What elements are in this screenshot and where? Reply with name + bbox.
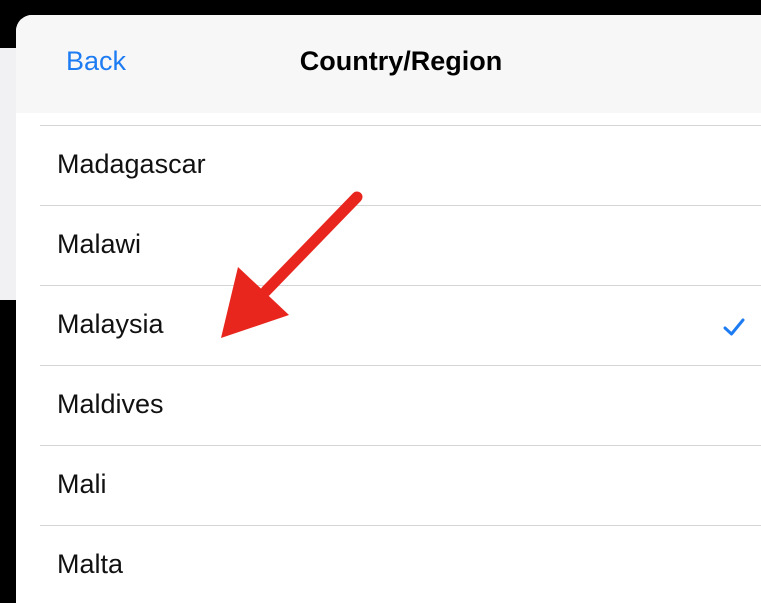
country-label: Malaysia: [57, 309, 164, 339]
background-panel: [0, 48, 16, 300]
page-title: Country/Region: [299, 46, 503, 76]
country-label: Malawi: [57, 229, 142, 259]
country-label: Maldives: [57, 389, 164, 419]
country-label: Mali: [57, 469, 107, 499]
country-row-malaysia[interactable]: Malaysia: [16, 286, 761, 366]
country-region-sheet: Back Country/Region Madagascar Malawi Ma…: [16, 15, 761, 603]
navigation-bar: Back Country/Region: [16, 15, 761, 113]
checkmark-icon: [723, 318, 745, 336]
country-rows: Madagascar Malawi Malaysia Maldives Mali: [16, 126, 761, 603]
country-row-madagascar[interactable]: Madagascar: [16, 126, 761, 206]
country-list[interactable]: Madagascar Malawi Malaysia Maldives Mali: [16, 113, 761, 603]
country-row-mali[interactable]: Mali: [16, 446, 761, 526]
country-row-malawi[interactable]: Malawi: [16, 206, 761, 286]
country-row-malta[interactable]: Malta: [16, 526, 761, 603]
country-label: Malta: [57, 549, 124, 579]
country-label: Madagascar: [57, 149, 206, 179]
country-row-maldives[interactable]: Maldives: [16, 366, 761, 446]
